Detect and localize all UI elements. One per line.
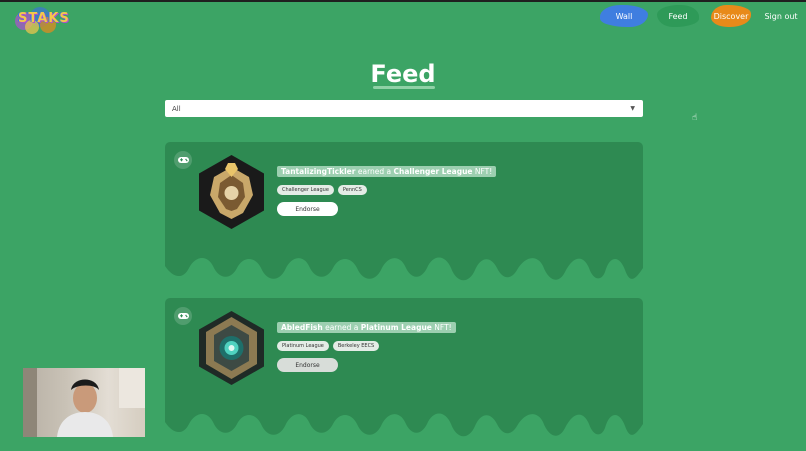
tag-list: Platinum League Berkeley EECS: [277, 341, 380, 351]
gamepad-icon: [174, 151, 192, 169]
tag[interactable]: Platinum League: [277, 341, 329, 351]
card-drip-edge: [165, 250, 643, 281]
nav-discover-button[interactable]: Discover: [711, 5, 751, 27]
mouse-cursor-icon: ☝: [692, 113, 698, 123]
webcam-overlay: [23, 368, 145, 437]
sign-out-link[interactable]: Sign out: [762, 5, 800, 27]
endorse-button[interactable]: Endorse: [277, 202, 338, 216]
feed-headline: AbledFish earned a Platinum League NFT!: [277, 322, 456, 333]
achievement-name: Platinum League: [360, 323, 432, 332]
card-drip-edge: [165, 406, 643, 437]
endorse-button[interactable]: Endorse: [277, 358, 338, 372]
username[interactable]: TantalizingTickler: [281, 167, 355, 176]
tag[interactable]: PennCS: [337, 185, 367, 195]
logo-text[interactable]: STAKS: [18, 11, 70, 26]
platinum-badge: [199, 311, 264, 385]
nav-wall-button[interactable]: Wall: [600, 5, 648, 27]
feed-filter-select[interactable]: All ▼: [165, 100, 643, 117]
filter-selected-value: All: [172, 104, 181, 113]
top-border: [0, 0, 806, 2]
achievement-name: Challenger League: [393, 167, 473, 176]
nav-feed-button[interactable]: Feed: [657, 5, 699, 27]
headline-suffix: NFT!: [434, 323, 452, 332]
tag[interactable]: Berkeley EECS: [332, 341, 380, 351]
headline-suffix: NFT!: [474, 167, 493, 176]
page-title: Feed: [370, 60, 436, 88]
username[interactable]: AbledFish: [281, 323, 323, 332]
challenger-badge: [199, 155, 264, 229]
webcam-person-image: [23, 368, 145, 437]
tag[interactable]: Challenger League: [277, 185, 334, 195]
headline-verb: earned a: [357, 167, 392, 176]
headline-verb: earned a: [325, 323, 359, 332]
tag-list: Challenger League PennCS: [277, 185, 367, 195]
gamepad-icon: [174, 307, 192, 325]
title-underline: [373, 86, 435, 89]
feed-headline: TantalizingTickler earned a Challenger L…: [277, 166, 497, 177]
chevron-down-icon: ▼: [630, 105, 635, 112]
